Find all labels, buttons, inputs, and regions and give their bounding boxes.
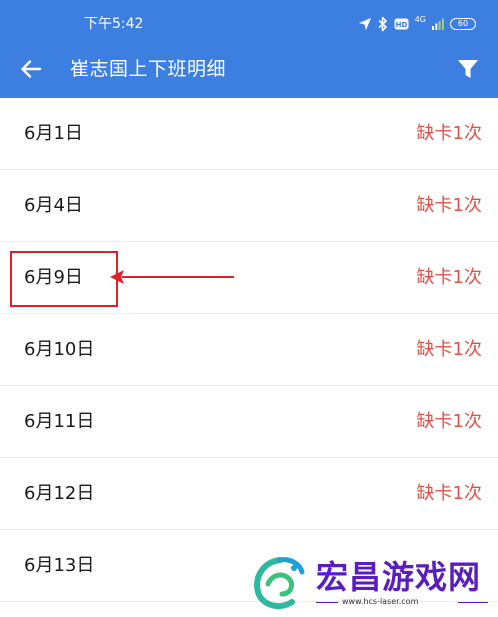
attendance-row[interactable]: 6月12日 缺卡1次 — [0, 458, 498, 530]
app-header: 下午5:42 HD 4G 60 崔志国上下班明细 — [0, 0, 498, 98]
bluetooth-icon — [378, 16, 387, 32]
screen: 下午5:42 HD 4G 60 崔志国上下班明细 6月1日 缺卡1次 6月4日 … — [0, 0, 498, 617]
attendance-list: 6月1日 缺卡1次 6月4日 缺卡1次 6月9日 缺卡1次 6月10日 缺卡1次… — [0, 98, 498, 602]
attendance-row[interactable]: 6月1日 缺卡1次 — [0, 98, 498, 170]
location-arrow-icon — [358, 18, 371, 30]
row-status: 缺卡1次 — [416, 267, 482, 288]
watermark-line-left — [316, 602, 338, 603]
hd-icon: HD — [394, 18, 409, 30]
attendance-row[interactable]: 6月10日 缺卡1次 — [0, 314, 498, 386]
svg-text:HD: HD — [395, 21, 407, 29]
annotation-highlight-box — [10, 251, 118, 307]
row-date: 6月11日 — [24, 411, 95, 432]
filter-button[interactable] — [452, 53, 484, 85]
attendance-row[interactable]: 6月4日 缺卡1次 — [0, 170, 498, 242]
row-status: 缺卡1次 — [416, 411, 482, 432]
page-title: 崔志国上下班明细 — [70, 58, 227, 80]
network-type-label: 4G — [414, 15, 426, 24]
row-status: 缺卡1次 — [416, 339, 482, 360]
battery-level: 60 — [457, 19, 469, 28]
status-time: 下午5:42 — [84, 16, 144, 32]
row-date: 6月13日 — [24, 555, 95, 576]
row-status: 缺卡1次 — [416, 483, 482, 504]
row-date: 6月10日 — [24, 339, 95, 360]
row-date: 6月1日 — [24, 123, 83, 144]
back-button[interactable] — [14, 53, 48, 85]
row-date: 6月4日 — [24, 195, 83, 216]
watermark-url: www.hcs-laser.com — [342, 597, 419, 606]
funnel-filter-icon — [458, 60, 478, 78]
annotation-arrow-icon — [110, 270, 234, 284]
dragon-logo-icon — [254, 557, 305, 610]
arrow-left-icon — [21, 60, 42, 78]
watermark-name: 宏昌游戏网 — [316, 558, 482, 596]
row-status: 缺卡1次 — [416, 195, 482, 216]
status-icons: HD 4G 60 — [358, 13, 476, 35]
battery-icon: 60 — [450, 18, 476, 30]
watermark: 宏昌游戏网 www.hcs-laser.com — [250, 554, 496, 617]
signal-icon — [432, 18, 444, 30]
row-status: 缺卡1次 — [416, 123, 482, 144]
attendance-row[interactable]: 6月11日 缺卡1次 — [0, 386, 498, 458]
row-date: 6月12日 — [24, 483, 95, 504]
watermark-line-right — [458, 602, 488, 603]
